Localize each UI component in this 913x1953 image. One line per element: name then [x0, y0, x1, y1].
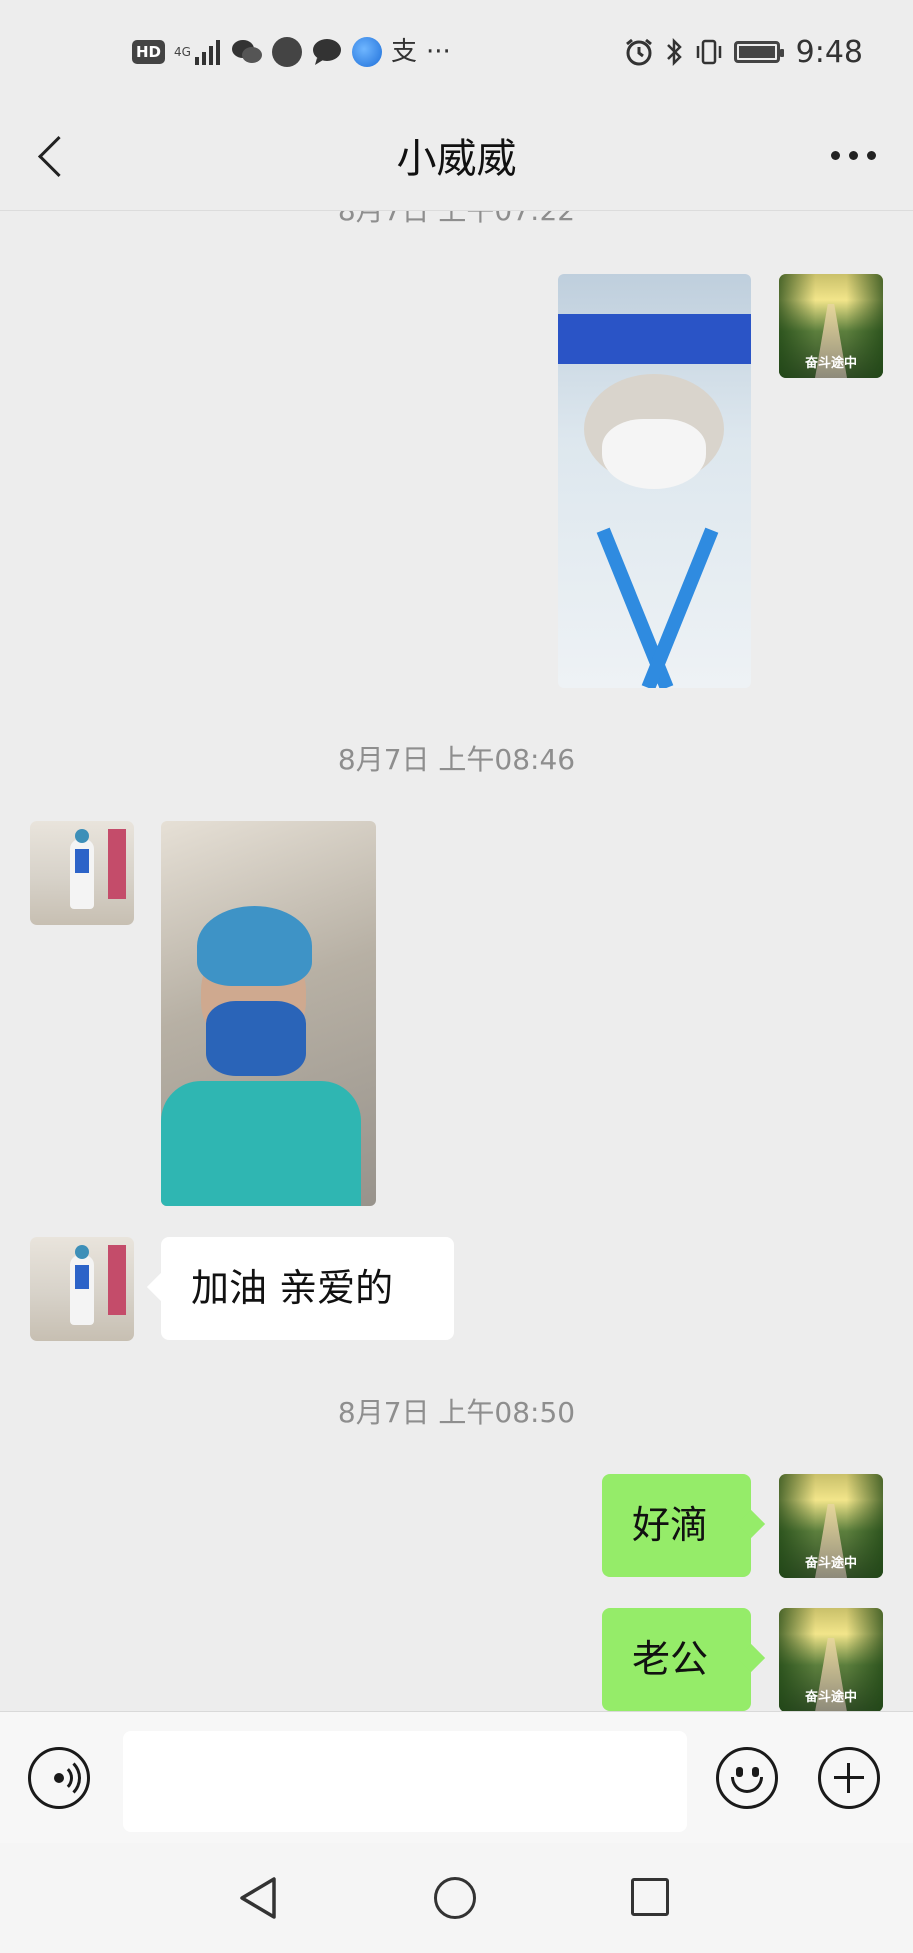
- system-nav-bar: [0, 1843, 913, 1953]
- emoji-icon: [736, 1767, 743, 1777]
- emoji-button[interactable]: [716, 1747, 778, 1809]
- my-avatar[interactable]: 奋斗途中: [779, 1608, 883, 1711]
- chat-messages[interactable]: 8月7日 上午07:22 奋斗途中 8月7日 上午08:46 加油 亲爱的 8月…: [0, 211, 913, 1711]
- sent-photo-message[interactable]: [558, 274, 751, 688]
- clock: 9:48: [795, 34, 863, 70]
- avatar-caption: 奋斗途中: [804, 356, 857, 371]
- more-notifications-indicator: ···: [425, 37, 451, 67]
- alipay-icon: 支: [390, 37, 417, 67]
- nav-home-icon[interactable]: [434, 1877, 476, 1919]
- nav-recent-icon[interactable]: [631, 1878, 669, 1916]
- vibrate-icon: [696, 39, 721, 65]
- status-left-icons: HD 4G 支 ···: [132, 32, 451, 72]
- sent-text-message[interactable]: 好滴: [602, 1474, 751, 1577]
- signal-icon: [194, 40, 220, 65]
- battery-icon: [733, 41, 784, 63]
- message-icon: [312, 39, 341, 65]
- app-icon: [271, 37, 302, 67]
- more-functions-button[interactable]: [818, 1747, 880, 1809]
- network-type: 4G: [174, 45, 191, 59]
- contact-avatar[interactable]: [30, 1237, 134, 1341]
- message-input-bar: [0, 1711, 913, 1844]
- timestamp: 8月7日 上午08:46: [337, 743, 576, 776]
- alarm-icon: [625, 38, 652, 66]
- more-button[interactable]: [823, 130, 883, 180]
- browser-icon: [351, 37, 382, 67]
- received-photo-message[interactable]: [161, 821, 376, 1206]
- hd-icon: HD: [132, 40, 166, 64]
- bluetooth-icon: [666, 37, 682, 67]
- chat-title: 小威威: [396, 136, 517, 182]
- sent-text-message[interactable]: 老公: [602, 1608, 751, 1711]
- more-icon: [830, 150, 840, 160]
- my-avatar[interactable]: 奋斗途中: [779, 1474, 883, 1578]
- my-avatar[interactable]: 奋斗途中: [779, 274, 883, 378]
- voice-button[interactable]: [28, 1747, 90, 1809]
- message-input[interactable]: [123, 1731, 687, 1832]
- nav-back-icon[interactable]: [236, 1875, 282, 1921]
- received-text-message[interactable]: 加油 亲爱的: [161, 1237, 454, 1340]
- timestamp: 8月7日 上午08:50: [337, 1396, 576, 1429]
- status-right-icons: 9:48: [624, 32, 863, 72]
- timestamp-partial: 8月7日 上午07:22: [0, 211, 913, 229]
- contact-avatar[interactable]: [30, 821, 134, 925]
- wechat-icon: [231, 40, 262, 63]
- status-bar: HD 4G 支 ··· 9:48: [0, 0, 913, 100]
- chat-header: 小威威: [0, 100, 913, 211]
